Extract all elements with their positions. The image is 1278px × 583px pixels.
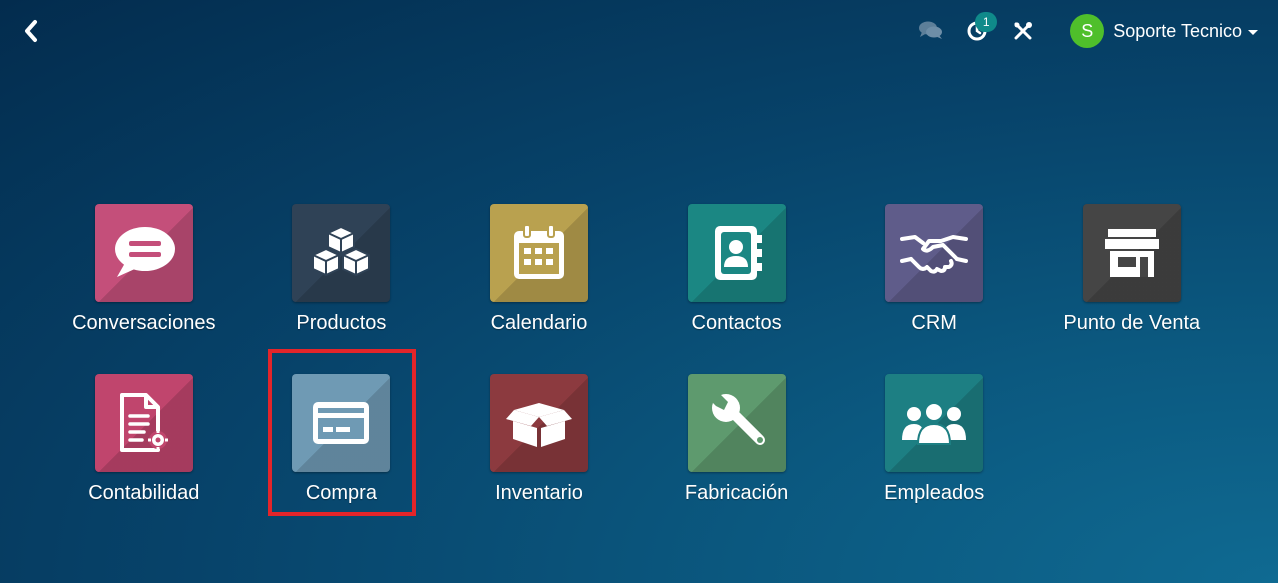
app-icon-tile [292, 374, 391, 472]
app-label: Productos [296, 312, 387, 334]
app-label: Contactos [691, 312, 782, 334]
app-calendario[interactable]: Calendario [440, 204, 638, 374]
credit-card-icon [313, 402, 370, 444]
app-icon-tile [1082, 204, 1181, 302]
activity-counter-badge: 1 [975, 12, 998, 32]
app-label: Calendario [490, 312, 588, 334]
back-button[interactable] [14, 14, 48, 48]
app-icon-tile [94, 374, 193, 472]
app-icon-tile [687, 204, 786, 302]
open-box-icon [505, 403, 572, 447]
app-label: Contabilidad [88, 482, 200, 504]
app-conversaciones[interactable]: Conversaciones [45, 204, 243, 374]
top-navbar: 1 S Soporte Tecnico [0, 0, 1278, 62]
activity-menu-button[interactable]: 1 [960, 12, 998, 48]
app-icon-tile [885, 204, 984, 302]
app-label: CRM [911, 312, 957, 334]
calendar-icon [513, 224, 564, 279]
app-inventario[interactable]: Inventario [440, 374, 638, 544]
app-label: Empleados [884, 482, 985, 504]
app-icon-tile [687, 374, 786, 472]
debug-menu-button[interactable] [1006, 14, 1040, 48]
chat-bubble-icon [114, 227, 175, 277]
tools-icon [1014, 22, 1033, 40]
app-fabricacion[interactable]: Fabricación [638, 374, 836, 544]
app-icon-tile [94, 204, 193, 302]
cubes-icon [312, 225, 371, 277]
app-empleados[interactable]: Empleados [835, 374, 1033, 544]
wrench-icon [707, 394, 765, 445]
user-name: Soporte Tecnico [1113, 20, 1242, 41]
app-punto-de-venta[interactable]: Punto de Venta [1033, 204, 1231, 374]
chevron-left-icon [25, 20, 37, 42]
app-crm[interactable]: CRM [835, 204, 1033, 374]
user-menu[interactable]: S Soporte Tecnico [1070, 14, 1258, 48]
invoice-icon [119, 393, 168, 452]
app-icon-tile [489, 374, 588, 472]
store-icon [1104, 229, 1159, 277]
users-icon [902, 402, 967, 445]
handshake-icon [900, 235, 969, 274]
app-label: Inventario [495, 482, 583, 504]
app-label: Conversaciones [72, 312, 216, 334]
caret-down-icon [1248, 29, 1258, 35]
app-compra[interactable]: Compra [243, 374, 441, 544]
app-label: Fabricación [684, 482, 789, 504]
app-contactos[interactable]: Contactos [638, 204, 836, 374]
app-productos[interactable]: Productos [243, 204, 441, 374]
app-label: Punto de Venta [1063, 312, 1201, 334]
comments-icon [919, 21, 943, 39]
app-label: Compra [305, 482, 377, 504]
app-contabilidad[interactable]: Contabilidad [45, 374, 243, 544]
app-icon-tile [885, 374, 984, 472]
app-icon-tile [489, 204, 588, 302]
messaging-menu-button[interactable] [914, 14, 948, 48]
systray: 1 S Soporte Tecnico [914, 12, 1258, 50]
apps-grid: Conversaciones Productos Calendario Cont… [45, 204, 1245, 544]
address-book-icon [714, 226, 762, 280]
app-icon-tile [292, 204, 391, 302]
avatar: S [1070, 14, 1105, 48]
